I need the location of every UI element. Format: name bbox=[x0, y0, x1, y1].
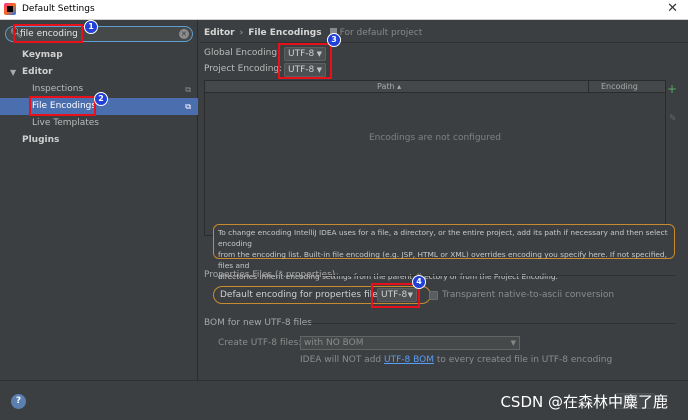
breadcrumb-separator: › bbox=[239, 28, 244, 38]
breadcrumb-note: For default project bbox=[339, 28, 423, 38]
settings-content: Editor › File Encodings For default project… bbox=[199, 20, 688, 380]
settings-sidebar: 🔍︎ × Keymap ▼ Editor Inspections ⧉ File … bbox=[0, 20, 198, 380]
transparent-conversion-checkbox[interactable] bbox=[429, 291, 438, 300]
tree-item-label: Inspections bbox=[32, 84, 84, 94]
project-encoding-label: Project Encoding: bbox=[204, 64, 283, 74]
title-bar: Default Settings ✕ bbox=[0, 0, 688, 20]
annotation-box-2 bbox=[29, 96, 96, 116]
close-button[interactable]: ✕ bbox=[667, 1, 678, 16]
column-header-encoding[interactable]: Encoding bbox=[601, 82, 638, 91]
annotation-box-3 bbox=[278, 43, 332, 79]
copy-settings-icon: ⧉ bbox=[185, 102, 191, 111]
tree-item-label: Plugins bbox=[22, 135, 60, 145]
properties-section-title: Properties Files (*.properties) bbox=[204, 270, 336, 280]
create-utf8-label: Create UTF-8 files: bbox=[218, 338, 302, 348]
intellij-logo-icon bbox=[4, 3, 16, 15]
section-divider bbox=[321, 275, 676, 276]
properties-encoding-label: Default encoding for properties files: bbox=[220, 290, 386, 300]
header-divider bbox=[199, 42, 688, 43]
add-icon[interactable]: + bbox=[667, 82, 677, 96]
help-line: from the encoding list. Built-in file en… bbox=[218, 250, 667, 270]
annotation-badge-1: 1 bbox=[84, 20, 98, 34]
edit-icon[interactable]: ✎ bbox=[669, 114, 677, 124]
tree-item-label: Editor bbox=[22, 67, 53, 77]
table-empty-message: Encodings are not configured bbox=[368, 133, 502, 143]
tree-item-editor[interactable]: ▼ Editor bbox=[0, 64, 198, 81]
transparent-conversion-label: Transparent native-to-ascii conversion bbox=[442, 290, 615, 300]
column-header-path[interactable]: Path ▴ bbox=[377, 82, 401, 91]
bom-note-suffix: to every created file in UTF-8 encoding bbox=[433, 355, 613, 365]
bom-select[interactable]: with NO BOM ▼ bbox=[300, 336, 520, 350]
encoding-help-text: To change encoding IntelliJ IDEA uses fo… bbox=[213, 224, 675, 281]
help-line: To change encoding IntelliJ IDEA uses fo… bbox=[218, 228, 668, 248]
watermark: CSDN @在森林中麋了鹿 bbox=[500, 393, 668, 411]
bom-section-title: BOM for new UTF-8 files bbox=[204, 318, 312, 328]
bom-value: with NO BOM bbox=[304, 338, 364, 348]
section-divider bbox=[303, 323, 676, 324]
dialog-footer: ? CSDN @在森林中麋了鹿 bbox=[0, 380, 688, 420]
tree-item-keymap[interactable]: Keymap bbox=[0, 47, 198, 64]
window-title: Default Settings bbox=[22, 4, 95, 14]
annotation-box-1 bbox=[13, 24, 83, 43]
clear-search-icon[interactable]: × bbox=[179, 29, 189, 39]
global-encoding-label: Global Encoding: bbox=[204, 48, 281, 58]
column-divider bbox=[588, 81, 589, 93]
utf8-bom-link[interactable]: UTF-8 BOM bbox=[384, 355, 434, 365]
tree-item-plugins[interactable]: Plugins bbox=[0, 132, 198, 149]
tree-item-live-templates[interactable]: Live Templates bbox=[0, 115, 198, 132]
tree-item-label: Keymap bbox=[22, 50, 63, 60]
expand-arrow-icon[interactable]: ▼ bbox=[10, 64, 16, 81]
breadcrumb-editor: Editor bbox=[204, 28, 235, 38]
annotation-badge-3: 3 bbox=[327, 33, 341, 47]
breadcrumb-page: File Encodings bbox=[248, 28, 322, 38]
table-header: Path ▴ Encoding bbox=[205, 81, 665, 93]
encodings-table[interactable]: Path ▴ Encoding Encodings are not config… bbox=[204, 80, 666, 236]
annotation-box-4 bbox=[371, 283, 420, 308]
copy-settings-icon: ⧉ bbox=[185, 85, 191, 94]
chevron-down-icon: ▼ bbox=[510, 339, 516, 347]
bom-note-prefix: IDEA will NOT add bbox=[300, 355, 384, 365]
breadcrumb: Editor › File Encodings For default project bbox=[204, 28, 422, 38]
annotation-badge-2: 2 bbox=[94, 92, 108, 106]
tree-item-label: Live Templates bbox=[32, 118, 99, 128]
annotation-badge-4: 4 bbox=[412, 275, 426, 289]
help-button[interactable]: ? bbox=[11, 394, 26, 409]
bom-note: IDEA will NOT add UTF-8 BOM to every cre… bbox=[300, 355, 612, 365]
